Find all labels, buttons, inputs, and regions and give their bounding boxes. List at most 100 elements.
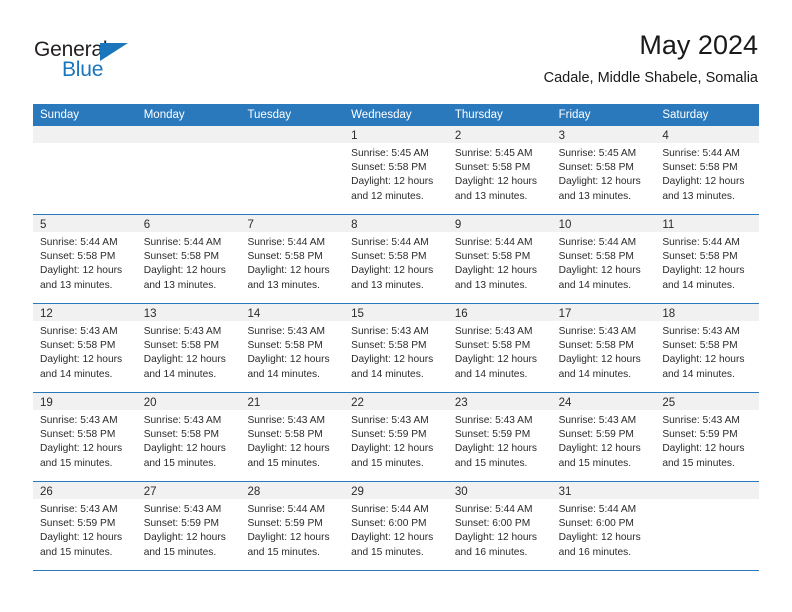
day-number-band: 8 [344, 215, 448, 232]
sunrise-text: Sunrise: 5:45 AM [351, 148, 429, 159]
sunrise-text: Sunrise: 5:43 AM [454, 326, 533, 337]
calendar-week-row: 1 Sunrise: 5:45 AM Sunset: 5:58 PM Daylight… [33, 126, 760, 215]
daylight-text-line2: and 15 minutes. [40, 457, 113, 469]
day-number: 29 [351, 486, 364, 498]
sunset-text: Sunset: 5:58 PM [454, 340, 531, 352]
sunset-text: Sunset: 5:58 PM [351, 251, 427, 263]
day-number-band: 3 [551, 126, 656, 143]
day-number: 25 [662, 397, 676, 409]
daylight-text-line2: and 14 minutes. [247, 368, 320, 380]
daylight-text-line2: and 14 minutes. [662, 279, 735, 291]
day-number: 10 [558, 219, 572, 231]
sunrise-text: Sunrise: 5:44 AM [662, 237, 740, 248]
sunset-text: Sunset: 5:58 PM [454, 162, 531, 174]
day-cell-19[interactable]: 19 Sunrise: 5:43 AM Sunset: 5:58 PM Dayligh… [33, 393, 137, 481]
daylight-text-line1: Daylight: 12 hours [143, 265, 226, 277]
sunset-text: Sunset: 5:59 PM [662, 429, 738, 441]
day-cell-15[interactable]: 15 Sunrise: 5:43 AM Sunset: 5:58 PM Dayligh… [344, 304, 448, 392]
day-number: 20 [143, 397, 157, 409]
day-cell-29[interactable]: 29 Sunrise: 5:44 AM Sunset: 6:00 PM Dayligh… [344, 482, 448, 570]
weekday-header-friday: Friday [558, 109, 591, 121]
day-number: 24 [558, 397, 572, 409]
day-cell-5[interactable]: 5 Sunrise: 5:44 AM Sunset: 5:58 PM Daylight… [33, 215, 137, 303]
day-details [240, 143, 344, 147]
day-cell-8[interactable]: 8 Sunrise: 5:44 AM Sunset: 5:58 PM Daylight… [344, 215, 448, 303]
day-cell-7[interactable]: 7 Sunrise: 5:44 AM Sunset: 5:58 PM Daylight… [240, 215, 345, 303]
weekday-header-monday: Monday [143, 109, 185, 121]
day-cell-11[interactable]: 11 Sunrise: 5:44 AM Sunset: 5:58 PM Dayligh… [655, 215, 760, 303]
sunset-text: Sunset: 5:59 PM [454, 429, 531, 441]
sunrise-text: Sunrise: 5:43 AM [40, 326, 118, 337]
day-details: Sunrise: 5:44 AM Sunset: 5:58 PM Daylight:… [137, 232, 241, 293]
day-number-band: 29 [344, 482, 448, 499]
sunset-text: Sunset: 5:58 PM [662, 251, 738, 263]
day-cell-12[interactable]: 12 Sunrise: 5:43 AM Sunset: 5:58 PM Dayligh… [33, 304, 137, 392]
daylight-text-line1: Daylight: 12 hours [143, 354, 226, 366]
day-details: Sunrise: 5:44 AM Sunset: 5:58 PM Daylight:… [655, 143, 759, 204]
day-details [137, 143, 241, 147]
sunset-text: Sunset: 6:00 PM [558, 518, 634, 530]
sunrise-text: Sunrise: 5:43 AM [351, 415, 429, 426]
day-cell-3[interactable]: 3 Sunrise: 5:45 AM Sunset: 5:58 PM Daylight… [551, 126, 656, 214]
daylight-text-line2: and 15 minutes. [247, 457, 320, 469]
day-cell-9[interactable]: 9 Sunrise: 5:44 AM Sunset: 5:58 PM Daylight… [447, 215, 552, 303]
daylight-text-line1: Daylight: 12 hours [143, 443, 226, 455]
calendar-week-row: 26 Sunrise: 5:43 AM Sunset: 5:59 PM Dayligh… [33, 482, 760, 571]
daylight-text-line1: Daylight: 12 hours [351, 532, 434, 544]
daylight-text-line1: Daylight: 12 hours [662, 176, 745, 188]
sunrise-text: Sunrise: 5:43 AM [247, 415, 326, 426]
day-number: 3 [558, 130, 565, 142]
day-cell-18[interactable]: 18 Sunrise: 5:43 AM Sunset: 5:58 PM Dayligh… [655, 304, 760, 392]
day-cell-22[interactable]: 22 Sunrise: 5:43 AM Sunset: 5:59 PM Dayligh… [344, 393, 448, 481]
daylight-text-line2: and 13 minutes. [143, 279, 217, 291]
daylight-text-line1: Daylight: 12 hours [247, 265, 330, 277]
day-cell-28[interactable]: 28 Sunrise: 5:44 AM Sunset: 5:59 PM Dayligh… [240, 482, 345, 570]
day-cell-21[interactable]: 21 Sunrise: 5:43 AM Sunset: 5:58 PM Dayligh… [240, 393, 345, 481]
day-number: 23 [454, 397, 468, 409]
day-number-band: 24 [551, 393, 656, 410]
daylight-text-line2: and 14 minutes. [662, 368, 735, 380]
day-number-band: 1 [344, 126, 448, 143]
day-details: Sunrise: 5:44 AM Sunset: 5:58 PM Daylight:… [448, 232, 552, 293]
sunset-text: Sunset: 5:58 PM [247, 340, 323, 352]
day-cell-10[interactable]: 10 Sunrise: 5:44 AM Sunset: 5:58 PM Dayligh… [551, 215, 656, 303]
day-cell-empty [240, 126, 345, 214]
sunset-text: Sunset: 5:58 PM [662, 340, 738, 352]
daylight-text-line1: Daylight: 12 hours [40, 532, 123, 544]
daylight-text-line2: and 14 minutes. [143, 368, 217, 380]
daylight-text-line2: and 15 minutes. [143, 546, 217, 558]
day-details: Sunrise: 5:43 AM Sunset: 5:59 PM Daylight:… [552, 410, 656, 471]
day-details: Sunrise: 5:43 AM Sunset: 5:58 PM Daylight:… [344, 321, 448, 382]
day-cell-27[interactable]: 27 Sunrise: 5:43 AM Sunset: 5:59 PM Dayligh… [136, 482, 241, 570]
day-number-band: 11 [655, 215, 760, 232]
day-cell-13[interactable]: 13 Sunrise: 5:43 AM Sunset: 5:58 PM Dayligh… [136, 304, 241, 392]
day-cell-2[interactable]: 2 Sunrise: 5:45 AM Sunset: 5:58 PM Daylight… [447, 126, 552, 214]
day-details: Sunrise: 5:44 AM Sunset: 5:58 PM Daylight:… [240, 232, 344, 293]
day-cell-25[interactable]: 25 Sunrise: 5:43 AM Sunset: 5:59 PM Dayligh… [655, 393, 760, 481]
day-cell-23[interactable]: 23 Sunrise: 5:43 AM Sunset: 5:59 PM Dayligh… [447, 393, 552, 481]
sunset-text: Sunset: 5:59 PM [143, 518, 220, 530]
day-cell-30[interactable]: 30 Sunrise: 5:44 AM Sunset: 6:00 PM Dayligh… [447, 482, 552, 570]
daylight-text-line2: and 16 minutes. [454, 546, 528, 558]
daylight-text-line1: Daylight: 12 hours [558, 354, 641, 366]
day-cell-24[interactable]: 24 Sunrise: 5:43 AM Sunset: 5:59 PM Dayligh… [551, 393, 656, 481]
day-cell-14[interactable]: 14 Sunrise: 5:43 AM Sunset: 5:58 PM Dayligh… [240, 304, 345, 392]
daylight-text-line2: and 13 minutes. [351, 279, 424, 291]
day-cell-26[interactable]: 26 Sunrise: 5:43 AM Sunset: 5:59 PM Dayligh… [33, 482, 137, 570]
sunset-text: Sunset: 6:00 PM [454, 518, 531, 530]
day-cell-20[interactable]: 20 Sunrise: 5:43 AM Sunset: 5:58 PM Dayligh… [136, 393, 241, 481]
day-cell-17[interactable]: 17 Sunrise: 5:43 AM Sunset: 5:58 PM Dayligh… [551, 304, 656, 392]
day-cell-4[interactable]: 4 Sunrise: 5:44 AM Sunset: 5:58 PM Daylight… [655, 126, 760, 214]
daylight-text-line1: Daylight: 12 hours [558, 265, 641, 277]
day-cell-16[interactable]: 16 Sunrise: 5:43 AM Sunset: 5:58 PM Dayligh… [447, 304, 552, 392]
day-number-band [240, 126, 345, 143]
day-cell-6[interactable]: 6 Sunrise: 5:44 AM Sunset: 5:58 PM Daylight… [136, 215, 241, 303]
day-number: 26 [40, 486, 53, 498]
day-cell-31[interactable]: 31 Sunrise: 5:44 AM Sunset: 6:00 PM Dayligh… [551, 482, 656, 570]
day-details: Sunrise: 5:44 AM Sunset: 6:00 PM Daylight:… [448, 499, 552, 560]
day-cell-1[interactable]: 1 Sunrise: 5:45 AM Sunset: 5:58 PM Daylight… [344, 126, 448, 214]
sunrise-text: Sunrise: 5:43 AM [558, 326, 637, 337]
day-number-band [655, 482, 760, 499]
daylight-text-line1: Daylight: 12 hours [454, 532, 537, 544]
day-number-band: 28 [240, 482, 345, 499]
